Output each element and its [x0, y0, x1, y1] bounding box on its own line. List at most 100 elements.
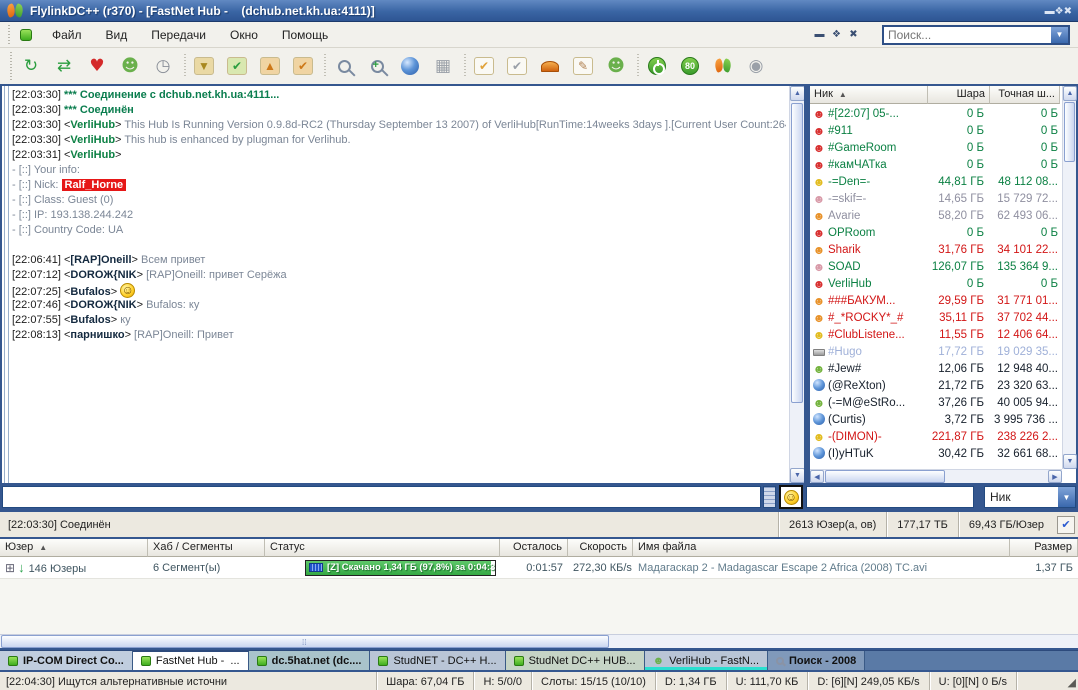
user-row[interactable]: ☻#Jew#12,06 ГБ12 948 40... [810, 360, 1062, 377]
transfer-user-cell[interactable]: ⊞↓146 Юзеры [0, 560, 148, 575]
restore-button[interactable]: ❖ [1055, 6, 1064, 17]
chat-scroll-down-icon[interactable]: ▼ [790, 468, 804, 483]
userlist-column-0[interactable]: Ник▲ [810, 86, 928, 104]
transfers-column-2[interactable]: Статус [265, 539, 500, 557]
close-button[interactable]: ✖ [1064, 6, 1072, 17]
menu-item-window[interactable]: Окно [218, 24, 270, 46]
input-history-button[interactable] [763, 486, 776, 508]
user-row[interactable]: ☻Avarie58,20 ГБ62 493 06... [810, 207, 1062, 224]
reconnect-button[interactable]: ↻ [16, 52, 46, 80]
filter-dropdown-arrow-icon[interactable]: ▼ [1058, 487, 1075, 507]
tab-fastnet-hub[interactable]: FastNet Hub - ... [133, 651, 249, 670]
userlist-vertical-scrollbar[interactable]: ▲ ▼ [1062, 86, 1076, 469]
transfers-column-5[interactable]: Имя файла [633, 539, 1010, 557]
transfer-row[interactable]: ⊞↓146 Юзеры6 Сегмент(ы)[Z] Скачано 1,34 … [0, 557, 1078, 579]
userlist-scroll-left-icon[interactable]: ◀ [810, 470, 824, 483]
adl-search-button[interactable] [362, 52, 392, 80]
transfers-column-6[interactable]: Размер [1010, 539, 1078, 557]
toolbar-grip[interactable] [8, 25, 10, 45]
transfers-column-3[interactable]: Осталось [500, 539, 568, 557]
main-toolbar-grip[interactable] [10, 52, 12, 81]
tab-ipcom-direct[interactable]: IP-COM Direct Co... [0, 651, 133, 670]
finished-uploads-button[interactable]: ✔ [288, 52, 318, 80]
user-row[interactable]: (@ReXton)21,72 ГБ23 320 63... [810, 377, 1062, 394]
menu-item-view[interactable]: Вид [94, 24, 140, 46]
mdi-minimize-button[interactable]: ▬ [811, 29, 828, 40]
userlist-column-2[interactable]: Точная ш... [990, 86, 1060, 104]
chat-scroll-up-icon[interactable]: ▲ [790, 86, 804, 101]
clipboard-check-2-button[interactable]: ✔ [502, 52, 532, 80]
tab-studnet-hub[interactable]: StudNet DC++ HUB... [506, 651, 645, 670]
download-queue-button[interactable]: ▼ [189, 52, 219, 80]
sound-button[interactable]: ◉ [741, 52, 771, 80]
user-row[interactable]: ☻#_*ROCKY*_#35,11 ГБ37 702 44... [810, 309, 1062, 326]
user-row[interactable]: ☻-=Den=-44,81 ГБ48 112 08... [810, 173, 1062, 190]
user-row[interactable]: ☻OPRoom0 Б0 Б [810, 224, 1062, 241]
transfers-horizontal-scrollbar[interactable]: ⁞⁞ [0, 634, 1078, 648]
user-row[interactable]: ☻-(DIMON)-221,87 ГБ238 226 2... [810, 428, 1062, 445]
menu-item-help[interactable]: Помощь [270, 24, 340, 46]
transfers-hscroll-thumb[interactable]: ⁞⁞ [1, 635, 609, 648]
hub-window-icon[interactable] [20, 29, 32, 41]
chat-scroll-thumb[interactable] [791, 103, 803, 403]
chat-vertical-scrollbar[interactable]: ▲ ▼ [789, 86, 804, 483]
user-row[interactable]: ☻-=skif=-14,65 ГБ15 729 72... [810, 190, 1062, 207]
userlist-scroll-down-icon[interactable]: ▼ [1063, 454, 1077, 469]
mdi-restore-button[interactable]: ❖ [828, 29, 845, 40]
userlist-column-1[interactable]: Шара [928, 86, 990, 104]
userlist-hscroll-thumb[interactable] [825, 470, 945, 483]
user-row[interactable]: ☻#GameRoom0 Б0 Б [810, 139, 1062, 156]
user-row[interactable]: ☻VerliHub0 Б0 Б [810, 275, 1062, 292]
chat-panel[interactable]: [22:03:30] *** Соединение с dchub.net.kh… [2, 86, 804, 483]
expand-icon[interactable]: ⊞ [5, 561, 15, 575]
notepad-button[interactable]: ▦ [428, 52, 458, 80]
power-button[interactable] [642, 52, 672, 80]
userlist-scroll-right-icon[interactable]: ▶ [1048, 470, 1062, 483]
user-row[interactable]: ☻#камЧАТка0 Б0 Б [810, 156, 1062, 173]
quick-search-input[interactable] [884, 27, 1051, 43]
user-row[interactable]: ☻#9110 Б0 Б [810, 122, 1062, 139]
user-row[interactable]: (I)yHTuK30,42 ГБ32 661 68... [810, 445, 1062, 462]
user-row[interactable]: ☻SOAD126,07 ГБ135 364 9... [810, 258, 1062, 275]
user-row[interactable]: ☻###БАКУМ...29,59 ГБ31 771 01... [810, 292, 1062, 309]
transfers-column-0[interactable]: Юзер▲ [0, 539, 148, 557]
flylink-wings-button[interactable] [708, 52, 738, 80]
transfers-column-4[interactable]: Скорость [568, 539, 633, 557]
search-spy-button[interactable] [395, 52, 425, 80]
userlist-horizontal-scrollbar[interactable]: ◀ ▶ [810, 469, 1062, 483]
user-row[interactable]: ☻#[22:07] 05-...0 Б0 Б [810, 105, 1062, 122]
menu-item-file[interactable]: Файл [40, 24, 94, 46]
user-row[interactable]: ☻#ClubListene...11,55 ГБ12 406 64... [810, 326, 1062, 343]
upload-queue-button[interactable]: ▲ [255, 52, 285, 80]
user-profile-button[interactable]: ☻ [601, 52, 631, 80]
settings-hat-button[interactable] [535, 52, 565, 80]
filter-column-combo[interactable]: Ник ▼ [984, 486, 1076, 508]
user-row[interactable]: #Hugo17,72 ГБ19 029 35... [810, 343, 1062, 360]
tab-verlihub[interactable]: ☻VerliHub - FastN... [645, 651, 768, 670]
tab-dc5hat[interactable]: dc.5hat.net (dc.... [249, 651, 371, 670]
nick-filter-input[interactable] [806, 486, 974, 508]
favorite-hubs-button[interactable]: ♥ [82, 52, 112, 80]
recent-hubs-button[interactable]: ◷ [148, 52, 178, 80]
favorite-users-button[interactable]: ☻ [115, 52, 145, 80]
user-row[interactable]: ☻(-=M@eStRo...37,26 ГБ40 005 94... [810, 394, 1062, 411]
notepad-edit-button[interactable]: ✎ [568, 52, 598, 80]
menu-item-transfers[interactable]: Передачи [139, 24, 218, 46]
clipboard-check-button[interactable]: ✔ [469, 52, 499, 80]
search-dropdown-arrow-icon[interactable]: ▼ [1051, 27, 1068, 43]
emoticon-button[interactable]: ☺ [779, 485, 803, 509]
follow-redirect-button[interactable]: ⇄ [49, 52, 79, 80]
resize-grip-icon[interactable]: ◢ [1062, 676, 1078, 689]
titlebar[interactable]: FlylinkDC++ (r370) - [FastNet Hub - (dch… [0, 0, 1078, 22]
transfers-column-1[interactable]: Хаб / Сегменты [148, 539, 265, 557]
user-row[interactable]: ☻Sharik31,76 ГБ34 101 22... [810, 241, 1062, 258]
tab-studnet-dc[interactable]: StudNET - DC++ H... [370, 651, 505, 670]
finished-downloads-button[interactable]: ✔ [222, 52, 252, 80]
minimize-button[interactable]: ▬ [1045, 6, 1055, 17]
user-row[interactable]: (Curtis)3,72 ГБ3 995 736 ... [810, 411, 1062, 428]
hub-status-check-icon[interactable]: ✔ [1057, 516, 1075, 534]
userlist-scroll-up-icon[interactable]: ▲ [1063, 86, 1077, 101]
speed-limit-80-button[interactable]: 80 [675, 52, 705, 80]
mdi-close-button[interactable]: ✖ [845, 29, 862, 40]
chat-message-input[interactable] [2, 486, 761, 508]
